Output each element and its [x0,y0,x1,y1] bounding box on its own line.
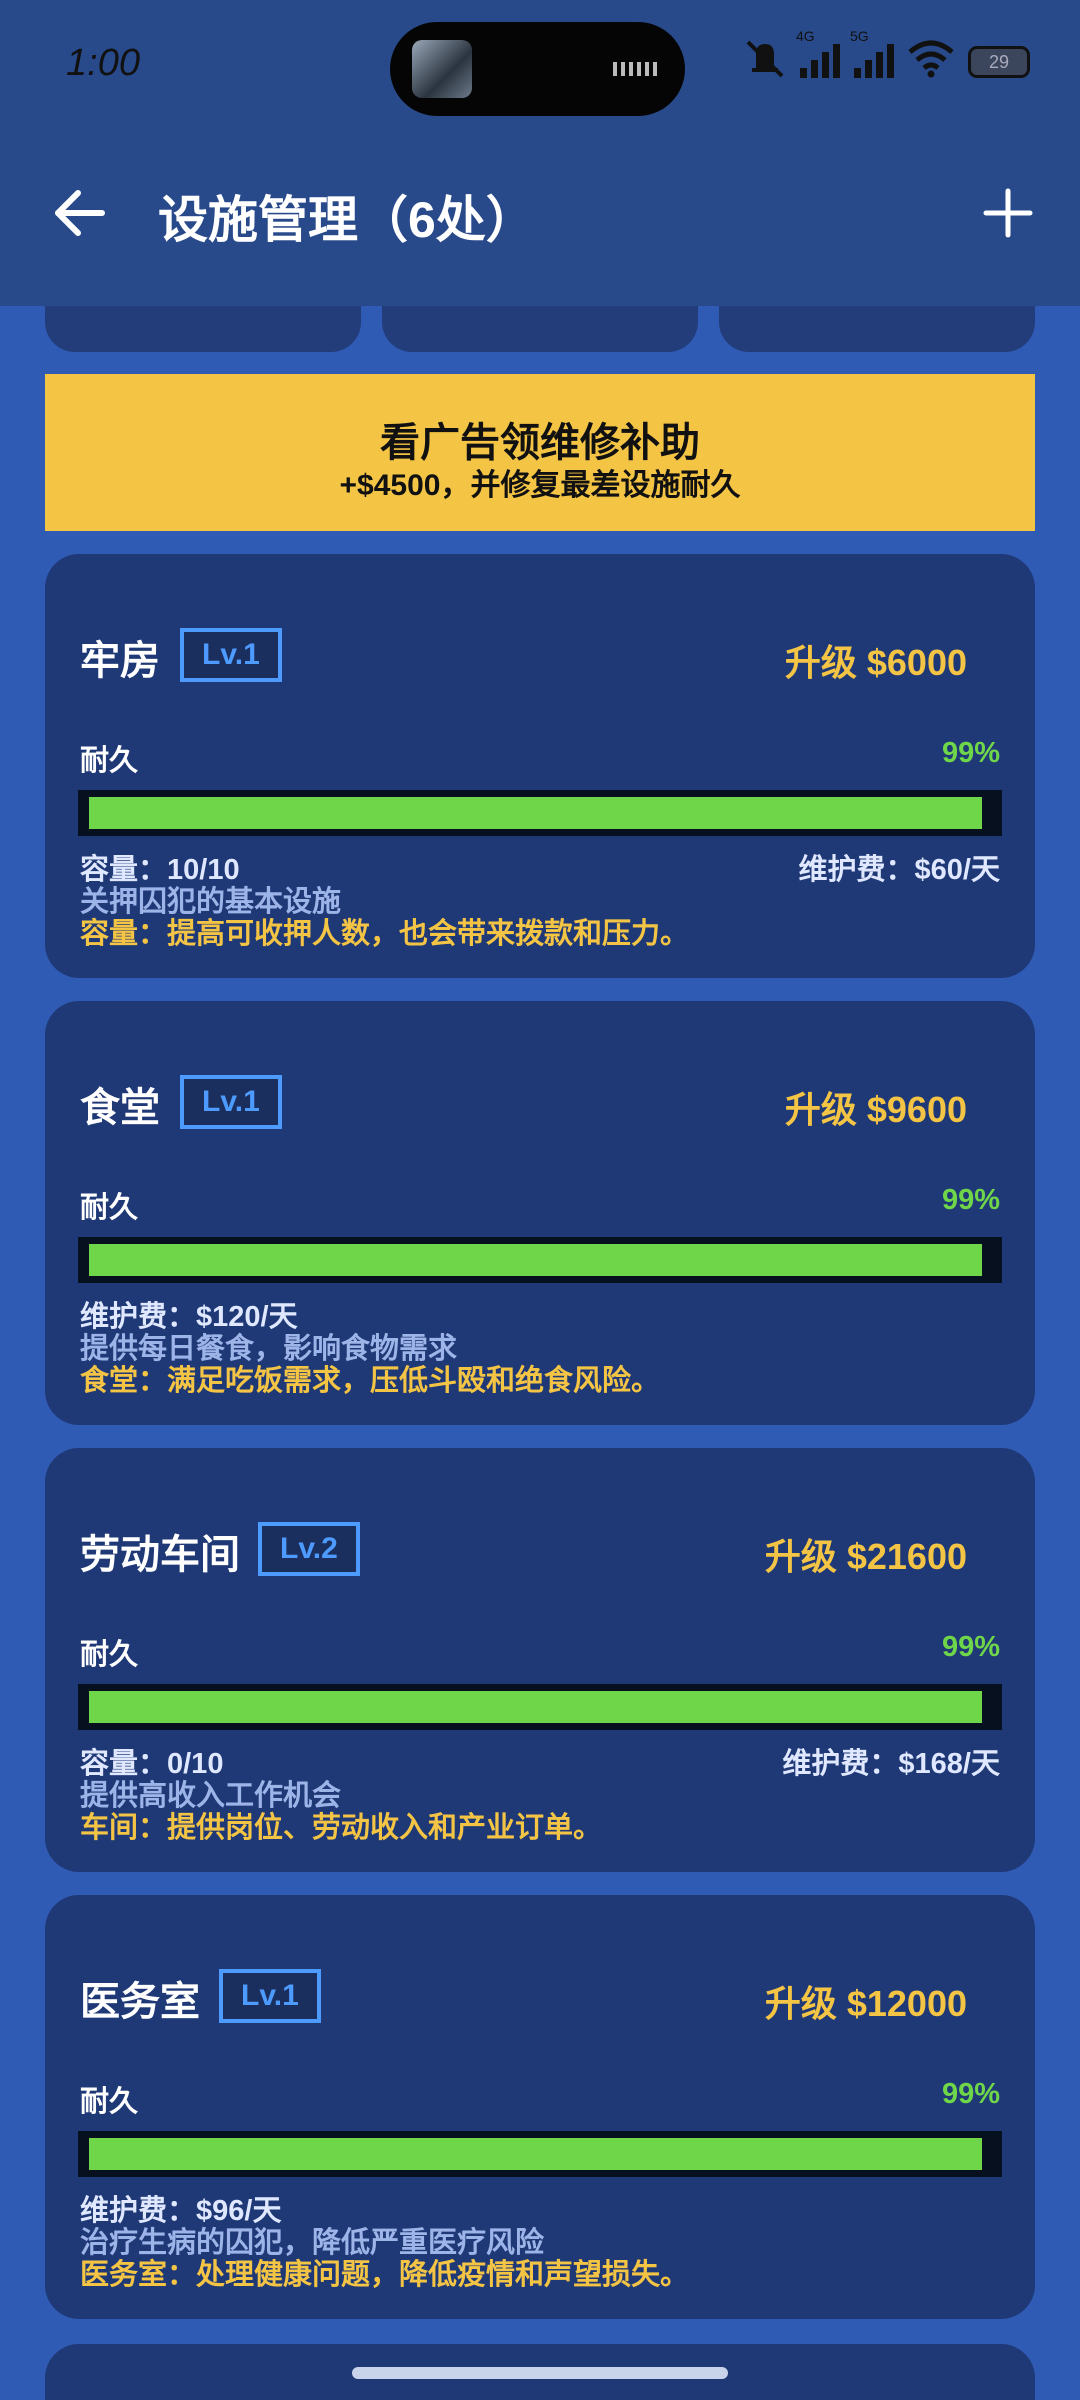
facility-card: 劳动车间 Lv.2 升级 $21600 耐久 99% 容量：0/10 维护费：$… [45,1448,1035,1872]
audio-wave-icon [613,62,657,76]
level-badge: Lv.2 [258,1522,360,1576]
upgrade-button[interactable]: 升级 $9600 [785,1081,967,1133]
dynamic-island[interactable] [390,22,685,116]
page-title: 设施管理（6处） [158,192,536,248]
durability-bar-fill [89,1244,982,1276]
durability-percent: 99% [941,737,1000,769]
durability-label: 耐久 [80,1639,139,1671]
status-time: 1:00 [66,42,140,84]
durability-percent: 99% [941,2078,1000,2110]
durability-bar-fill [89,2138,982,2170]
app-bar: 1:00 4G 5G 29 设施管理（6处） [0,0,1080,306]
durability-bar-fill [89,1691,982,1723]
upgrade-button[interactable]: 升级 $6000 [785,634,967,686]
durability-label: 耐久 [80,745,139,777]
mute-icon [746,40,784,78]
facility-effect: 医务室：处理健康问题，降低疫情和声望损失。 [80,2259,690,2291]
battery-icon: 29 [968,46,1030,78]
level-badge: Lv.1 [219,1969,321,2023]
facility-effect: 车间：提供岗位、劳动收入和产业订单。 [80,1812,603,1844]
facility-name: 医务室 [80,1980,200,2024]
level-badge: Lv.1 [180,1075,282,1129]
media-thumbnail [412,40,472,98]
maintenance-fee: 维护费：$60/天 [798,854,1000,886]
facility-name: 牢房 [80,639,160,683]
facility-card: 牢房 Lv.1 升级 $6000 耐久 99% 容量：10/10 维护费：$60… [45,554,1035,978]
durability-label: 耐久 [80,1192,139,1224]
maintenance-fee: 维护费：$168/天 [782,1748,1000,1780]
facility-card: 食堂 Lv.1 升级 $9600 耐久 99% 维护费：$120/天 提供每日餐… [45,1001,1035,1425]
durability-label: 耐久 [80,2086,139,2118]
durability-bar-fill [89,797,982,829]
signal-icon-4g: 4G [796,28,840,78]
durability-percent: 99% [941,1184,1000,1216]
facility-effect: 食堂：满足吃饭需求，压低斗殴和绝食风险。 [80,1365,661,1397]
ad-subtitle: +$4500，并修复最差设施耐久 [339,469,741,502]
upgrade-button[interactable]: 升级 $12000 [765,1975,967,2027]
facility-name: 食堂 [80,1086,160,1130]
durability-bar [78,1237,1002,1283]
facility-name: 劳动车间 [80,1533,240,1577]
back-arrow-icon[interactable] [52,185,108,241]
ad-repair-subsidy-button[interactable]: 看广告领维修补助 +$4500，并修复最差设施耐久 [45,374,1035,531]
facility-card: 医务室 Lv.1 升级 $12000 耐久 99% 维护费：$96/天 治疗生病… [45,1895,1035,2319]
durability-percent: 99% [941,1631,1000,1663]
durability-bar [78,790,1002,836]
home-indicator[interactable] [352,2367,728,2379]
signal-icon-5g: 5G [850,28,894,78]
add-icon[interactable] [980,185,1036,241]
upgrade-button[interactable]: 升级 $21600 [765,1528,967,1580]
screen: 1:00 4G 5G 29 设施管理（6处） 看广告领维修补助 +$4500，并… [0,0,1080,2400]
level-badge: Lv.1 [180,628,282,682]
facility-effect: 容量：提高可收押人数，也会带来拨款和压力。 [80,918,690,950]
status-icons: 4G 5G 29 [744,28,1030,78]
wifi-icon [908,40,954,78]
durability-bar [78,1684,1002,1730]
durability-bar [78,2131,1002,2177]
